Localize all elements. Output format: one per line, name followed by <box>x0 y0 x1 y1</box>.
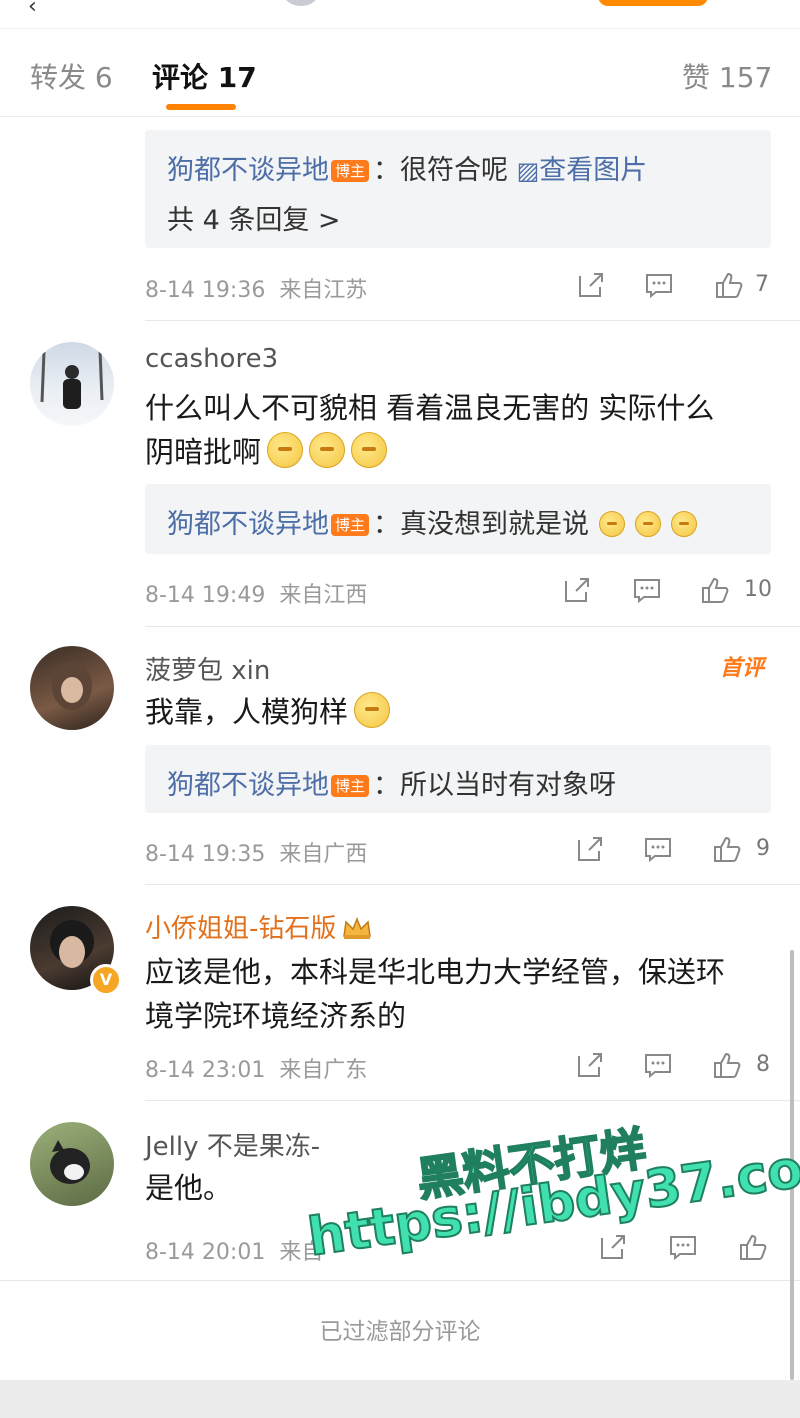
reply-text: ：真没想到就是说 <box>373 509 590 540</box>
comment-icon[interactable] <box>643 1050 673 1080</box>
comment-meta: 8-14 20:01 来自 <box>145 1240 324 1265</box>
share-icon[interactable] <box>598 1232 628 1262</box>
comment-meta: 8-14 19:35 来自广西 <box>145 842 368 867</box>
bottom-bar <box>0 1380 800 1418</box>
tab-repost[interactable]: 转发 6 <box>30 56 113 96</box>
back-icon[interactable]: ‹ <box>28 0 37 19</box>
top-bar: ‹ <box>0 0 800 29</box>
comment-meta: 8-14 19:49 来自江西 <box>145 583 368 608</box>
username[interactable]: 小侨姐姐-钻石版 <box>145 908 372 945</box>
active-tab-indicator <box>166 104 236 110</box>
share-icon[interactable] <box>575 834 605 864</box>
like-icon[interactable] <box>700 575 730 605</box>
blogger-reply[interactable]: 狗都不谈异地 博主 ：很符合呢 ▨查看图片 共 4 条回复 > <box>145 130 771 248</box>
emoji-icon <box>635 511 662 537</box>
filtered-notice: 已过滤部分评论 <box>319 1319 481 1345</box>
reply-text: ：很符合呢 <box>373 155 509 186</box>
emoji-icon <box>309 432 346 468</box>
comment-meta: 8-14 23:01 来自广东 <box>145 1058 368 1083</box>
avatar[interactable] <box>30 1122 114 1206</box>
username[interactable]: Jelly 不是果冻- <box>145 1126 320 1163</box>
emoji-icon <box>599 511 626 537</box>
like-icon[interactable] <box>714 270 744 300</box>
view-image-link[interactable]: ▨查看图片 <box>517 155 648 186</box>
like-icon[interactable] <box>738 1232 768 1262</box>
comment-text: 是他。 <box>145 1171 233 1205</box>
blogger-reply[interactable]: 狗都不谈异地 博主 ：真没想到就是说 <box>145 484 771 554</box>
share-icon[interactable] <box>576 270 606 300</box>
reply-author[interactable]: 狗都不谈异地 <box>167 770 329 801</box>
blogger-badge: 博主 <box>331 514 370 536</box>
like-icon[interactable] <box>712 834 742 864</box>
comment-icon[interactable] <box>632 575 662 605</box>
like-icon[interactable] <box>712 1050 742 1080</box>
emoji-icon <box>671 511 698 537</box>
share-icon[interactable] <box>575 1050 605 1080</box>
avatar[interactable] <box>30 342 114 426</box>
like-count: 10 <box>744 577 772 602</box>
reply-text: ：所以当时有对象呀 <box>373 770 617 801</box>
blogger-badge: 博主 <box>331 160 370 182</box>
follow-button[interactable] <box>598 0 708 6</box>
comment-icon[interactable] <box>643 834 673 864</box>
scrollbar[interactable] <box>790 950 794 1380</box>
comment-text: 应该是他，本科是华北电力大学经管，保送环 境学院环境经济系的 <box>145 955 726 1033</box>
username[interactable]: 菠萝包 xin <box>145 650 270 687</box>
tab-likes[interactable]: 赞 157 <box>682 56 772 96</box>
share-icon[interactable] <box>562 575 592 605</box>
like-count: 7 <box>755 272 769 297</box>
verified-badge: V <box>90 964 122 996</box>
divider <box>145 320 800 321</box>
tab-comments[interactable]: 评论 17 <box>152 56 257 96</box>
comment-icon[interactable] <box>644 270 674 300</box>
more-replies-link[interactable]: 共 4 条回复 > <box>167 198 341 237</box>
tab-bar: 转发 6 评论 17 赞 157 <box>0 28 800 117</box>
image-icon: ▨ <box>516 157 540 185</box>
comment-icon[interactable] <box>668 1232 698 1262</box>
comment-meta: 8-14 19:36 来自江苏 <box>145 278 368 303</box>
divider <box>145 1100 800 1101</box>
emoji-icon <box>351 432 388 468</box>
comment-text: 我靠，人模狗样 <box>145 690 775 734</box>
first-comment-tag: 首评 <box>720 656 765 681</box>
like-count: 9 <box>756 836 770 861</box>
avatar[interactable] <box>30 646 114 730</box>
divider <box>145 626 800 627</box>
blogger-badge: 博主 <box>331 775 370 797</box>
divider <box>0 1280 800 1281</box>
like-count: 8 <box>756 1052 770 1077</box>
emoji-icon <box>354 692 391 728</box>
reply-author[interactable]: 狗都不谈异地 <box>167 155 329 186</box>
divider <box>145 884 800 885</box>
crown-icon <box>343 916 372 939</box>
header-avatar[interactable] <box>284 0 318 6</box>
comment-text: 什么叫人不可貌相 看着温良无害的 实际什么 阴暗批啊 <box>145 391 715 469</box>
reply-author[interactable]: 狗都不谈异地 <box>167 509 329 540</box>
emoji-icon <box>267 432 304 468</box>
blogger-reply[interactable]: 狗都不谈异地 博主 ：所以当时有对象呀 <box>145 745 771 813</box>
username[interactable]: ccashore3 <box>145 344 278 374</box>
